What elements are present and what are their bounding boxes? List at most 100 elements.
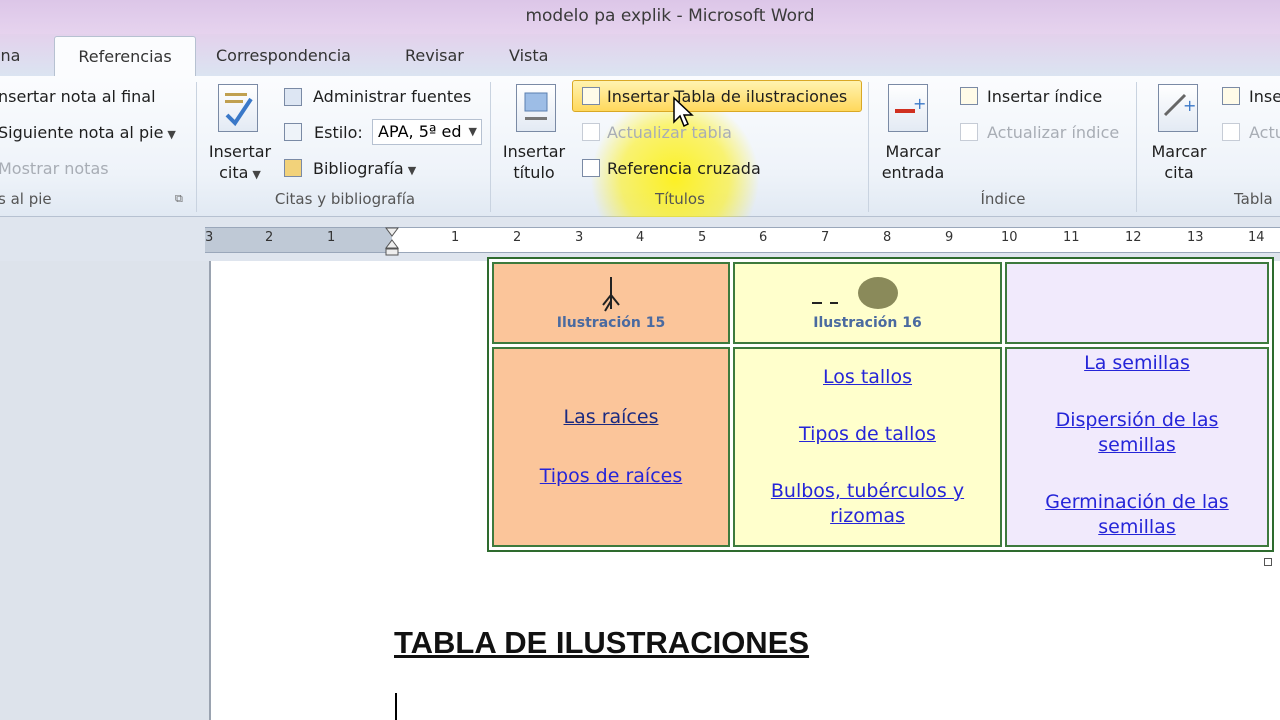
- insert-caption-icon: [516, 84, 556, 132]
- mark-citation-label-2: cita: [1164, 163, 1194, 182]
- insert-caption-label-2: título: [513, 163, 555, 182]
- bibliography-button[interactable]: Bibliografía ▼: [313, 159, 416, 178]
- text-cursor: [395, 693, 397, 720]
- ruler-number: 1: [451, 230, 460, 245]
- separator: [196, 82, 197, 212]
- tab-vista[interactable]: Vista: [509, 46, 548, 65]
- chevron-down-icon: ▼: [167, 128, 176, 141]
- update-table-icon: [582, 123, 600, 141]
- dialog-launcher-icon[interactable]: ⧉: [175, 192, 183, 206]
- plant-illustration-icon: [602, 277, 620, 312]
- mouse-pointer-icon: [673, 96, 694, 128]
- table-cell: [1005, 262, 1269, 344]
- manage-sources-button[interactable]: Administrar fuentes: [313, 87, 471, 106]
- group-authorities-label: Tabla: [1234, 190, 1273, 208]
- group-index-label: Índice: [980, 190, 1026, 208]
- insert-caption-label-1: Insertar: [502, 142, 566, 161]
- ruler-number: 3: [205, 230, 214, 245]
- link-dispersion[interactable]: Dispersión de las semillas: [1022, 408, 1252, 458]
- ruler-number: 13: [1187, 230, 1204, 245]
- svg-text:+: +: [913, 94, 926, 113]
- illustration-caption: Ilustración 16: [813, 315, 922, 331]
- manage-sources-icon: [284, 88, 302, 106]
- ruler-number: 8: [883, 230, 892, 245]
- update-index-button[interactable]: Actualizar índice: [987, 123, 1119, 142]
- ruler-number: 1: [327, 230, 336, 245]
- mark-entry-button[interactable]: Marcar entrada: [878, 142, 948, 182]
- link-bulbos[interactable]: Bulbos, tubérculos y rizomas: [748, 479, 988, 529]
- ruler-number: 3: [575, 230, 584, 245]
- insert-citation-label-1: Insertar: [208, 142, 272, 161]
- mark-entry-label-1: Marcar: [885, 142, 941, 161]
- document-heading: TABLA DE ILUSTRACIONES: [394, 625, 810, 660]
- link-tipos-de-tallos[interactable]: Tipos de tallos: [748, 422, 988, 447]
- style-label: Estilo:: [314, 123, 363, 142]
- link-la-semillas[interactable]: La semillas: [1022, 351, 1252, 376]
- insert-citation-label-2: cita: [219, 163, 249, 182]
- separator: [490, 82, 491, 212]
- style-select[interactable]: APA, 5ª ed ▼: [372, 119, 482, 145]
- seed-illustration-icon: [811, 277, 898, 309]
- update-authorities-button[interactable]: Actu: [1249, 123, 1280, 142]
- bibliography-label: Bibliografía: [313, 159, 404, 178]
- insert-table-figures-button[interactable]: Insertar Tabla de ilustraciones: [607, 87, 847, 106]
- insert-caption-button[interactable]: Insertar título: [500, 142, 568, 182]
- ruler-number: 6: [759, 230, 768, 245]
- link-tipos-de-raices[interactable]: Tipos de raíces: [494, 464, 728, 489]
- ribbon-tabs: ina Referencias Correspondencia Revisar …: [0, 34, 1280, 77]
- separator: [1136, 82, 1137, 212]
- horizontal-ruler[interactable]: 3 2 1 1 2 3 4 5 6 7 8 9 10 11 12 13 14: [205, 226, 1280, 256]
- next-footnote-button[interactable]: Siguiente nota al pie ▼: [0, 123, 176, 142]
- style-select-value: APA, 5ª ed: [378, 122, 462, 141]
- ruler-number: 11: [1063, 230, 1080, 245]
- link-los-tallos[interactable]: Los tallos: [748, 365, 988, 390]
- insert-index-icon: [960, 87, 978, 105]
- table-cell: Ilustración 15: [492, 262, 730, 344]
- tab-revisar[interactable]: Revisar: [405, 46, 464, 65]
- style-icon: [284, 123, 302, 141]
- table-cell: Las raíces Tipos de raíces: [492, 347, 730, 547]
- content-table: Ilustración 15 Ilustración 16 Las raíces…: [487, 257, 1274, 552]
- update-authorities-icon: [1222, 123, 1240, 141]
- insert-authorities-button[interactable]: Inse: [1249, 87, 1280, 106]
- show-notes-button[interactable]: Mostrar notas: [0, 159, 109, 178]
- cross-reference-button[interactable]: Referencia cruzada: [607, 159, 761, 178]
- ruler-number: 4: [636, 230, 645, 245]
- insert-index-button[interactable]: Insertar índice: [987, 87, 1102, 106]
- group-footnotes-label: s al pie: [0, 190, 52, 208]
- insert-table-figures-icon: [582, 87, 600, 105]
- separator: [868, 82, 869, 212]
- link-las-raices[interactable]: Las raíces: [494, 405, 728, 430]
- ruler-margin: [205, 228, 392, 252]
- link-germinacion[interactable]: Germinación de las semillas: [1022, 490, 1252, 540]
- indent-marker-icon[interactable]: [384, 226, 400, 256]
- mark-entry-icon: +: [888, 84, 928, 132]
- ruler-number: 2: [265, 230, 274, 245]
- mark-citation-button[interactable]: Marcar cita: [1144, 142, 1214, 182]
- table-resize-handle[interactable]: [1264, 558, 1272, 566]
- svg-text:+: +: [1183, 96, 1196, 115]
- update-table-button[interactable]: Actualizar tabla: [607, 123, 732, 142]
- next-footnote-label: Siguiente nota al pie: [0, 123, 164, 142]
- table-cell: Los tallos Tipos de tallos Bulbos, tubér…: [733, 347, 1002, 547]
- mark-entry-label-2: entrada: [881, 163, 945, 182]
- cross-reference-icon: [582, 159, 600, 177]
- tab-correspondencia[interactable]: Correspondencia: [216, 46, 351, 65]
- update-index-icon: [960, 123, 978, 141]
- mark-citation-icon: +: [1158, 84, 1198, 132]
- tab-pagina[interactable]: ina: [0, 46, 20, 65]
- ruler-number: 2: [513, 230, 522, 245]
- insert-citation-button[interactable]: Insertar cita ▼: [207, 142, 273, 182]
- ruler-number: 7: [821, 230, 830, 245]
- document-area: Ilustración 15 Ilustración 16 Las raíces…: [0, 257, 1280, 720]
- tab-referencias[interactable]: Referencias: [54, 36, 196, 77]
- ribbon: nsertar nota al final Siguiente nota al …: [0, 76, 1280, 264]
- ruler-number: 12: [1125, 230, 1142, 245]
- document-page[interactable]: Ilustración 15 Ilustración 16 Las raíces…: [209, 257, 1280, 720]
- ruler-number: 9: [945, 230, 954, 245]
- table-cell: La semillas Dispersión de las semillas G…: [1005, 347, 1269, 547]
- ruler-number: 5: [698, 230, 707, 245]
- chevron-down-icon: ▼: [252, 168, 261, 181]
- insert-endnote-button[interactable]: nsertar nota al final: [0, 87, 156, 106]
- window-title: modelo pa explik - Microsoft Word: [525, 6, 815, 26]
